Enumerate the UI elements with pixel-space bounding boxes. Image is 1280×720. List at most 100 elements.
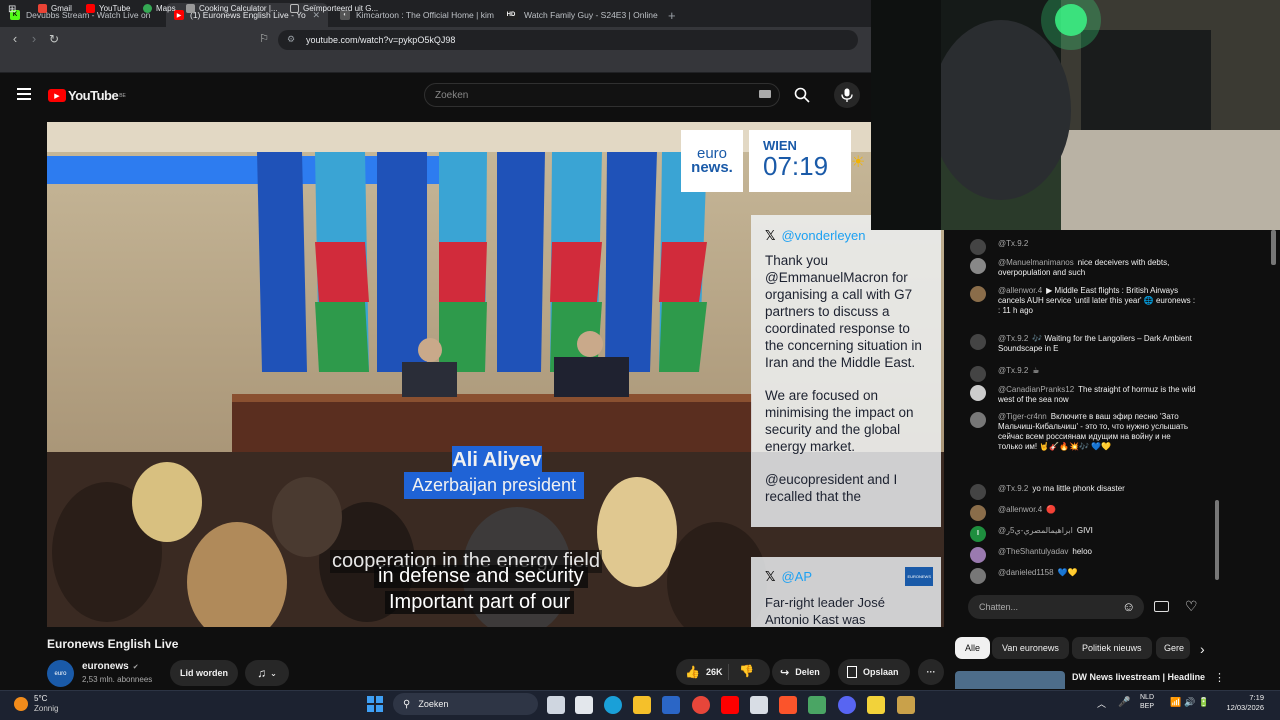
bookmark-gmail[interactable]: Gmail bbox=[38, 4, 72, 13]
avatar bbox=[970, 484, 986, 500]
calculator-icon[interactable] bbox=[750, 696, 768, 714]
youtube-app-icon[interactable] bbox=[721, 696, 739, 714]
wifi-icon[interactable]: 📶 bbox=[1170, 697, 1181, 708]
avatar bbox=[970, 239, 986, 255]
emoji-icon[interactable]: ☺ bbox=[1122, 599, 1135, 614]
menu-icon[interactable] bbox=[17, 88, 31, 100]
app-icon[interactable] bbox=[867, 696, 885, 714]
recommended-thumbnail[interactable] bbox=[955, 671, 1065, 689]
chevron-right-icon[interactable]: › bbox=[1200, 641, 1205, 657]
chat-input[interactable]: Chatten... bbox=[968, 595, 1144, 619]
video-player[interactable]: euro news. WIEN 07:19 ☀ Ali Aliyev Azerb… bbox=[47, 122, 944, 627]
clock-box: WIEN 07:19 bbox=[749, 130, 851, 192]
url-text: youtube.com/watch?v=pykpO5kQJ98 bbox=[306, 35, 456, 45]
search-input[interactable]: Zoeken bbox=[424, 83, 780, 107]
chrome-icon[interactable] bbox=[692, 696, 710, 714]
sun-icon: ☀ bbox=[851, 154, 866, 171]
gmail-icon bbox=[38, 4, 47, 13]
apps-grid-icon[interactable]: ⊞ bbox=[8, 4, 16, 15]
lower-third-role: Azerbaijan president bbox=[404, 472, 584, 499]
search-button[interactable] bbox=[786, 83, 818, 107]
avatar bbox=[970, 412, 986, 428]
avatar bbox=[970, 334, 986, 350]
like-dislike-group: 👍 26K 👎 bbox=[676, 659, 770, 685]
page-scrollbar[interactable] bbox=[1271, 230, 1276, 265]
url-bar[interactable]: ⚙ youtube.com/watch?v=pykpO5kQJ98 bbox=[278, 30, 858, 50]
notification-bell-button[interactable]: ♫ ⌄ bbox=[245, 660, 289, 686]
youtube-play-icon: ▶ bbox=[48, 89, 66, 102]
super-chat-icon[interactable] bbox=[1154, 601, 1169, 612]
bookmark-folder[interactable]: Geïmporteerd uit G... bbox=[290, 4, 378, 13]
video-title: Euronews English Live bbox=[47, 637, 179, 651]
join-button[interactable]: Lid worden bbox=[170, 660, 238, 686]
subscriber-count: 2,53 mln. abonnees bbox=[82, 675, 153, 684]
brave-icon[interactable] bbox=[779, 696, 797, 714]
youtube-icon bbox=[86, 4, 95, 13]
tweet-panel-2: 𝕏 @AP EURONEWS Far-right leader José Anton… bbox=[751, 557, 941, 627]
euronews-logo: euro news. bbox=[681, 130, 743, 192]
volume-icon[interactable]: 🔊 bbox=[1184, 697, 1195, 708]
avatar bbox=[970, 286, 986, 302]
channel-name[interactable]: euronews ✔ bbox=[82, 661, 139, 672]
more-vert-icon[interactable]: ⋮ bbox=[1214, 671, 1225, 684]
chip-all[interactable]: Alle bbox=[955, 637, 991, 659]
widgets-icon[interactable] bbox=[575, 696, 593, 714]
clock[interactable]: 7:19 12/03/2026 bbox=[1220, 693, 1264, 713]
chevron-down-icon: ⌄ bbox=[270, 668, 277, 678]
thumbs-up-icon[interactable]: 👍 bbox=[685, 665, 700, 679]
edge-icon[interactable] bbox=[604, 696, 622, 714]
outlook-icon[interactable] bbox=[662, 696, 680, 714]
app-icon[interactable] bbox=[808, 696, 826, 714]
weather-widget[interactable]: 5°C Zonnig bbox=[34, 694, 58, 714]
tweet-text: We are focused on minimising the impact … bbox=[765, 388, 914, 454]
youtube-logo[interactable]: ▶ YouTube BE bbox=[48, 88, 126, 103]
forward-icon[interactable]: › bbox=[26, 31, 42, 47]
tray-mic-icon[interactable]: 🎤 bbox=[1118, 697, 1130, 708]
site-info-icon[interactable]: ⚙ bbox=[287, 34, 295, 45]
caption-line: Important part of our bbox=[385, 591, 575, 614]
search-icon: ⚲ bbox=[403, 698, 411, 710]
back-icon[interactable]: ‹ bbox=[7, 31, 23, 47]
caption-line: in defense and security bbox=[374, 565, 588, 588]
chip-politics[interactable]: Politiek nieuws bbox=[1072, 637, 1152, 659]
recommended-title[interactable]: DW News livestream | Headline bbox=[1072, 672, 1205, 682]
tray-chevron-up-icon[interactable]: ︿ bbox=[1097, 697, 1106, 710]
heart-icon[interactable]: ♡ bbox=[1185, 598, 1198, 615]
share-button[interactable]: ↪ Delen bbox=[772, 659, 830, 685]
flags bbox=[257, 152, 707, 372]
bookmarks-bar bbox=[0, 53, 871, 73]
more-actions-button[interactable]: ··· bbox=[918, 659, 944, 685]
reload-icon[interactable]: ↻ bbox=[46, 31, 62, 47]
channel-avatar[interactable]: euro bbox=[47, 660, 74, 687]
search-icon bbox=[794, 87, 810, 103]
discord-icon[interactable] bbox=[838, 696, 856, 714]
battery-icon[interactable]: 🔋 bbox=[1198, 697, 1209, 708]
browser-tab[interactable]: HD Watch Family Guy - S24E3 | Online H bbox=[496, 3, 658, 27]
chip-related[interactable]: Gere bbox=[1156, 637, 1190, 659]
keyboard-icon[interactable] bbox=[759, 90, 771, 98]
bookmark-star-icon[interactable]: ⚐ bbox=[256, 31, 272, 47]
voice-search-button[interactable] bbox=[834, 82, 860, 108]
bookmark-youtube[interactable]: YouTube bbox=[86, 4, 130, 13]
taskbar-search[interactable]: ⚲ Zoeken bbox=[393, 693, 538, 715]
weather-sun-icon[interactable] bbox=[14, 697, 28, 711]
language-indicator[interactable]: NLD BEP bbox=[1140, 693, 1154, 711]
windows-start-icon[interactable] bbox=[367, 696, 383, 712]
tab-title: Watch Family Guy - S24E3 | Online H bbox=[524, 10, 658, 20]
bookmark-cooking[interactable]: Cooking Calculator |... bbox=[186, 4, 278, 13]
tweet-text: Thank you @EmmanuelMacron for organising… bbox=[765, 253, 922, 370]
save-button[interactable]: Opslaan bbox=[838, 659, 910, 685]
avatar bbox=[970, 547, 986, 563]
browser-tab[interactable]: K Devubbs Stream - Watch Live on bbox=[2, 3, 162, 27]
bookmark-maps[interactable]: Maps bbox=[143, 4, 176, 13]
thumbs-down-icon[interactable]: 👎 bbox=[739, 664, 754, 678]
tweet-panel: 𝕏 @vonderleyen Thank you @EmmanuelMacron … bbox=[751, 215, 941, 527]
file-explorer-icon[interactable] bbox=[633, 696, 651, 714]
chip-from-channel[interactable]: Van euronews bbox=[992, 637, 1069, 659]
chat-scrollbar[interactable] bbox=[1215, 500, 1219, 580]
microphone-icon bbox=[841, 88, 853, 102]
folder-icon bbox=[290, 4, 299, 13]
task-view-icon[interactable] bbox=[547, 696, 565, 714]
app-icon[interactable] bbox=[897, 696, 915, 714]
new-tab-button[interactable]: + bbox=[660, 3, 680, 27]
